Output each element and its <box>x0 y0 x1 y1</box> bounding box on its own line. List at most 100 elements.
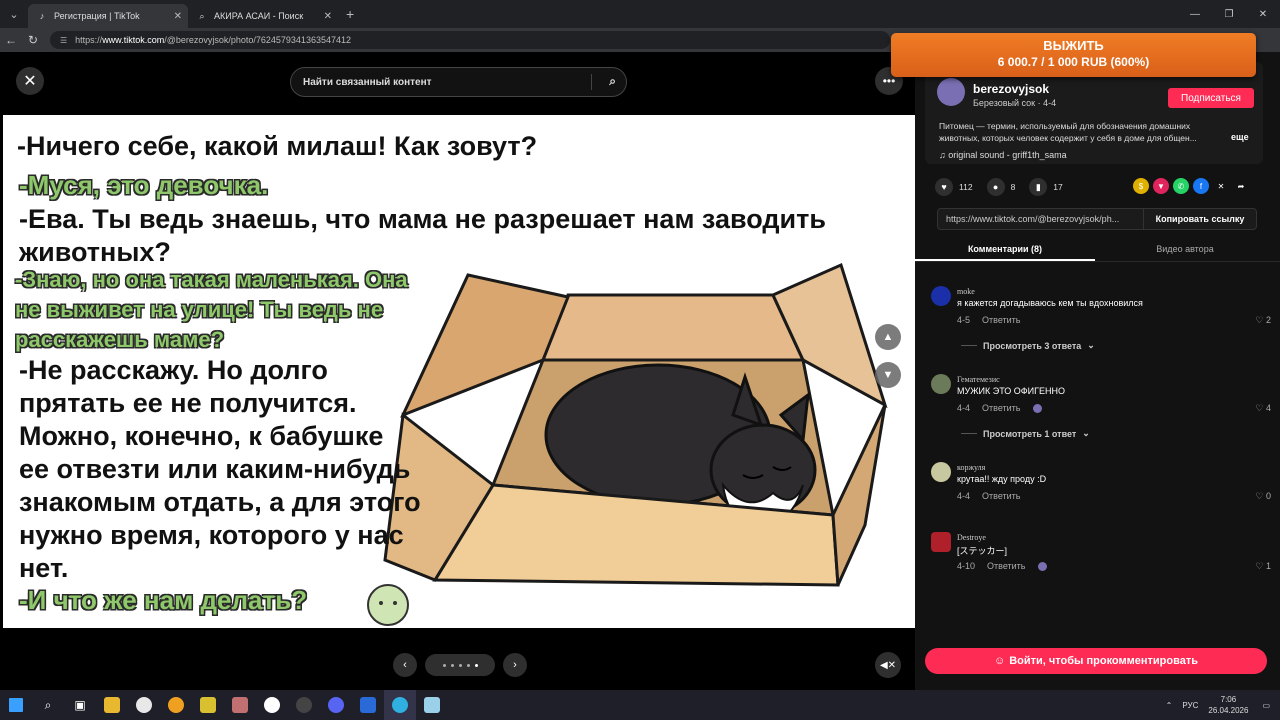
heart-icon[interactable]: ♥ <box>935 178 953 196</box>
chevron-left-icon[interactable]: ‹ <box>393 653 417 677</box>
tab-list-button[interactable]: ⌄ <box>0 0 28 28</box>
view-replies-button[interactable]: Просмотреть 1 ответ ⌄ <box>961 428 1090 439</box>
avatar[interactable] <box>937 78 965 106</box>
x-icon[interactable]: ✕ <box>1213 178 1229 194</box>
whatsapp-icon[interactable]: ✆ <box>1173 178 1189 194</box>
comment-like[interactable]: ♡ 4 <box>1255 403 1271 414</box>
language-indicator[interactable]: РУС <box>1182 701 1198 710</box>
app-icon[interactable] <box>160 690 192 720</box>
repost-share-icon[interactable]: ▼ <box>1153 178 1169 194</box>
coin-share-icon[interactable]: $ <box>1133 178 1149 194</box>
comment-icon[interactable]: ● <box>986 178 1005 196</box>
sound-link[interactable]: ♫ original sound - griff1th_sama <box>939 150 1067 160</box>
comment-like[interactable]: ♡ 1 <box>1255 561 1271 572</box>
like-stat[interactable]: ♥ 112 <box>935 178 973 196</box>
reply-button[interactable]: Ответить <box>987 561 1025 571</box>
view-replies-label: Просмотреть 3 ответа <box>983 340 1082 351</box>
task-view-icon[interactable]: ▣ <box>64 690 96 720</box>
site-info-icon[interactable]: ☰ <box>60 36 67 45</box>
close-window-icon[interactable]: ✕ <box>1246 0 1280 28</box>
comment-like[interactable]: ♡ 0 <box>1255 491 1271 502</box>
avatar[interactable] <box>931 374 951 394</box>
view-replies-button[interactable]: Просмотреть 3 ответа ⌄ <box>961 340 1095 351</box>
url-path: /@berezovyjsok/photo/7624579341363547412 <box>164 35 351 45</box>
next-photo-button[interactable]: ▼ <box>875 362 901 388</box>
mute-icon[interactable]: ◀✕ <box>875 652 901 678</box>
windows-start-icon[interactable] <box>0 690 32 720</box>
comic-line: -Муся, это девочка. <box>19 170 269 200</box>
restore-icon[interactable]: ❐ <box>1212 0 1246 28</box>
comic-line: не выживет на улице! Ты ведь не <box>15 297 384 322</box>
avatar[interactable] <box>931 286 951 306</box>
close-tab-icon[interactable]: ✕ <box>324 11 332 22</box>
related-search-input[interactable]: Найти связанный контент ⌕ <box>290 67 627 97</box>
comment-stat[interactable]: ● 8 <box>986 178 1016 196</box>
new-tab-button[interactable]: + <box>346 6 354 22</box>
back-button[interactable]: ← <box>0 33 22 47</box>
copy-link-button[interactable]: Копировать ссылку <box>1143 209 1256 229</box>
share-arrow-icon[interactable]: ➦ <box>1233 178 1249 194</box>
search-icon[interactable]: ⌕ <box>32 690 64 720</box>
tab-comments[interactable]: Комментарии (8) <box>915 238 1095 261</box>
heart-icon[interactable]: ♡ <box>1255 561 1263 571</box>
page-dot[interactable] <box>442 663 446 667</box>
edge-icon[interactable] <box>384 690 416 720</box>
notifications-icon[interactable]: ▭ <box>1262 701 1270 710</box>
author-name[interactable]: berezovyjsok <box>973 82 1049 96</box>
login-to-comment-button[interactable]: ☺ Войти, чтобы прокомментировать <box>925 648 1267 674</box>
url-field[interactable]: ☰ https:// www.tiktok.com /@berezovyjsok… <box>50 31 890 49</box>
close-tab-icon[interactable]: ✕ <box>174 11 182 22</box>
chevron-up-icon[interactable]: ⌃ <box>1166 701 1173 710</box>
reply-button[interactable]: Ответить <box>982 403 1020 413</box>
page-dot[interactable] <box>466 663 470 667</box>
close-icon[interactable]: ✕ <box>16 67 44 95</box>
yandex-icon[interactable] <box>256 690 288 720</box>
tab-search[interactable]: ⌕ АКИРА АСАИ - Поиск ✕ <box>188 4 338 28</box>
comment-username[interactable]: Destroye <box>957 533 986 542</box>
reply-button[interactable]: Ответить <box>982 491 1020 501</box>
file-explorer-icon[interactable] <box>96 690 128 720</box>
comic-line: ее отвезти или каким-нибудь <box>19 454 411 484</box>
notepad-icon[interactable] <box>416 690 448 720</box>
comment-date: 4-4 <box>957 403 971 413</box>
taskbar: ⌕ ▣ ⌃ РУС 7:06 26.04.2026 ▭ <box>0 690 1280 720</box>
clock-date: 26.04.2026 <box>1208 706 1249 715</box>
share-link-field[interactable]: https://www.tiktok.com/@berezovyjsok/ph.… <box>938 214 1143 224</box>
avatar[interactable] <box>931 532 951 552</box>
tab-tiktok[interactable]: ♪ Регистрация | TikTok ✕ <box>28 4 188 28</box>
facebook-icon[interactable]: f <box>1193 178 1209 194</box>
comment-count: 8 <box>1010 182 1016 192</box>
comment-like[interactable]: ♡ 2 <box>1255 315 1271 326</box>
heart-icon[interactable]: ♡ <box>1255 491 1263 501</box>
search-icon: ⌕ <box>199 11 205 21</box>
reload-button[interactable]: ↻ <box>22 33 44 47</box>
expand-description-link[interactable]: еще <box>1231 132 1249 142</box>
page-dot-active[interactable] <box>474 663 478 667</box>
avatar[interactable] <box>931 462 951 482</box>
chevron-right-icon[interactable]: › <box>503 653 527 677</box>
tab-author-videos[interactable]: Видео автора <box>1095 238 1275 261</box>
heart-icon[interactable]: ♡ <box>1255 403 1263 413</box>
steam-icon[interactable] <box>288 690 320 720</box>
page-dot[interactable] <box>458 663 462 667</box>
comment-username[interactable]: Гематемезис <box>957 375 1000 384</box>
music-note-icon: ♫ <box>939 150 946 160</box>
minimize-icon[interactable]: — <box>1178 0 1212 28</box>
comment-username[interactable]: moke <box>957 287 975 296</box>
bookmark-icon[interactable]: ▮ <box>1029 178 1048 196</box>
save-stat[interactable]: ▮ 17 <box>1029 178 1063 196</box>
discord-icon[interactable] <box>320 690 352 720</box>
comment-username[interactable]: коржуля <box>957 463 985 472</box>
app-icon[interactable] <box>192 690 224 720</box>
comic-line: -Ева. Ты ведь знаешь, что мама не разреш… <box>19 204 826 234</box>
reply-button[interactable]: Ответить <box>982 315 1020 325</box>
page-dot[interactable] <box>450 663 454 667</box>
previous-photo-button[interactable]: ▲ <box>875 324 901 350</box>
follow-button[interactable]: Подписаться <box>1168 88 1254 108</box>
clock[interactable]: 7:06 26.04.2026 <box>1208 694 1248 716</box>
heart-icon[interactable]: ♡ <box>1255 315 1263 325</box>
search-icon[interactable]: ⌕ <box>609 74 616 89</box>
yandex-browser-icon[interactable] <box>128 690 160 720</box>
chart-app-icon[interactable] <box>352 690 384 720</box>
app-icon[interactable] <box>224 690 256 720</box>
